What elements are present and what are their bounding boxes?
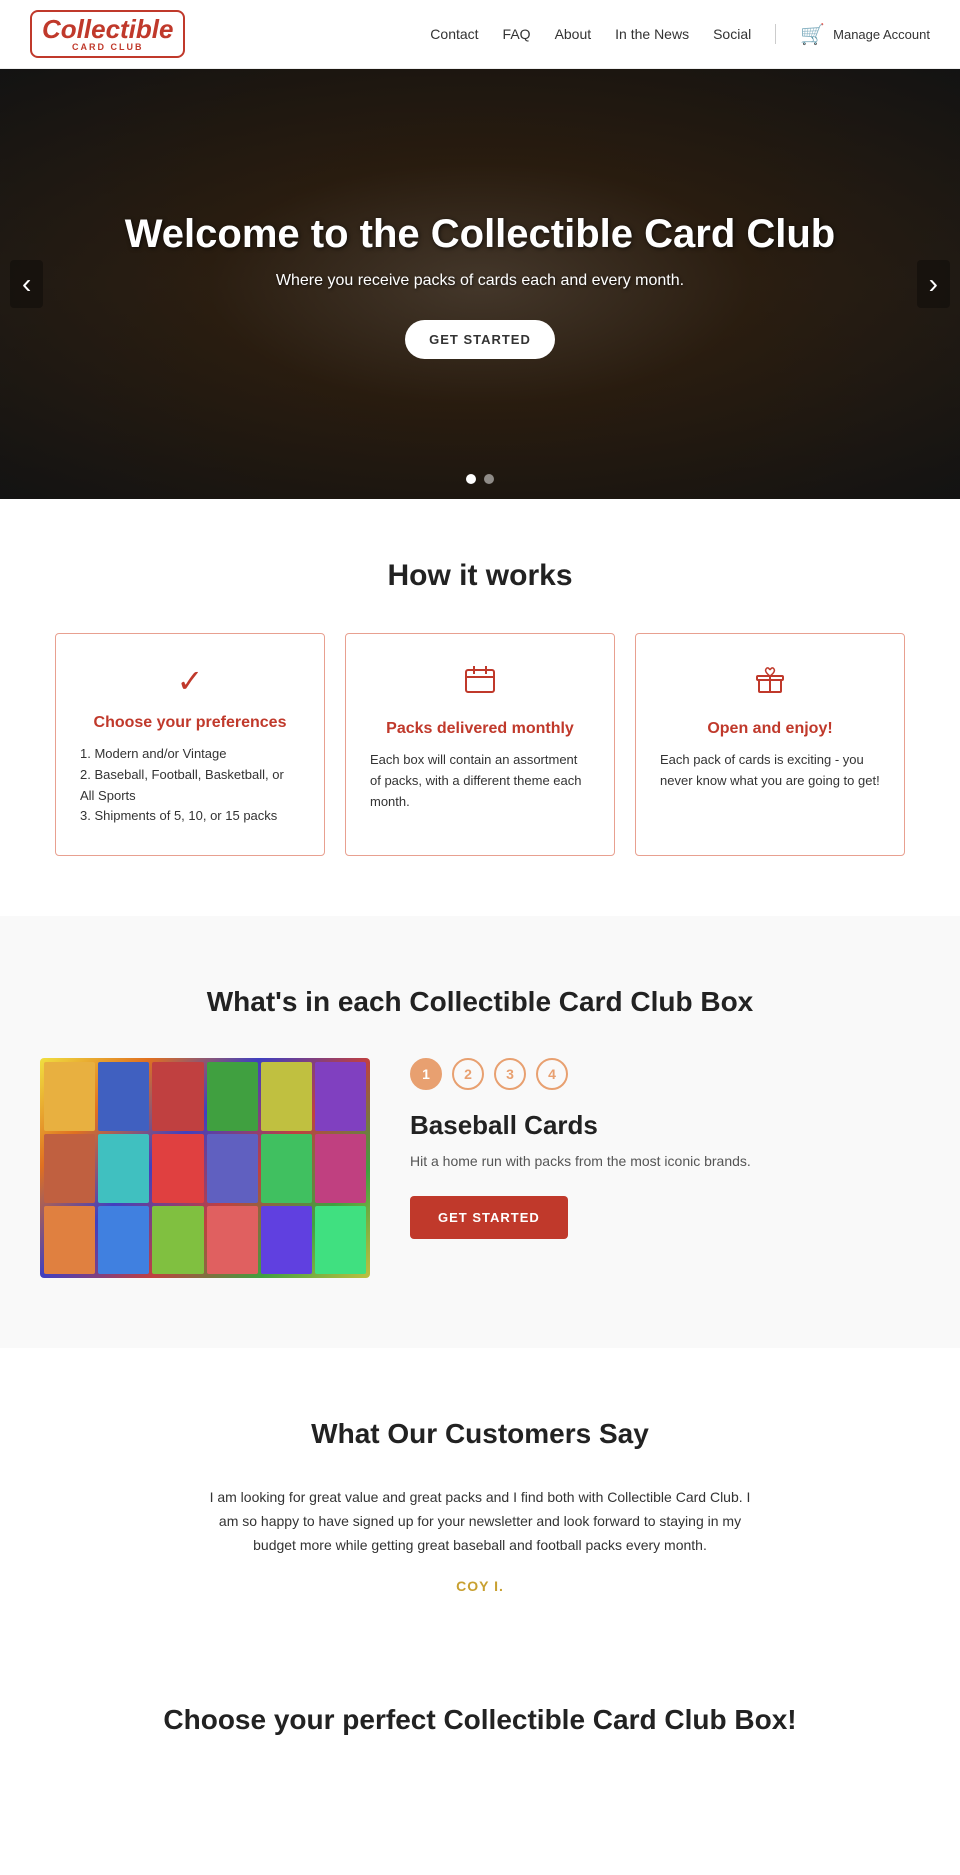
card-thumb-13 [44, 1206, 95, 1275]
card-thumb-11 [261, 1134, 312, 1203]
testimonial-text: I am looking for great value and great p… [200, 1486, 760, 1557]
card-enjoy-body: Each pack of cards is exciting - you nev… [660, 750, 880, 792]
whats-in-section: What's in each Collectible Card Club Box [0, 916, 960, 1348]
how-it-works-heading: How it works [40, 559, 920, 593]
testimonial-author: COY I. [40, 1578, 920, 1594]
card-packs-body: Each box will contain an assortment of p… [370, 750, 590, 812]
whats-in-content: 1 2 3 4 Baseball Cards Hit a home run wi… [40, 1058, 920, 1278]
card-choose-title: Choose your preferences [80, 714, 300, 732]
hero-title: Welcome to the Collectible Card Club [125, 210, 835, 258]
checkmark-icon: ✓ [80, 662, 300, 700]
nav-in-the-news[interactable]: In the News [615, 26, 689, 42]
step-dots: 1 2 3 4 [410, 1058, 920, 1090]
hero-dot-2[interactable] [484, 474, 494, 484]
card-thumb-12 [315, 1134, 366, 1203]
hero-subtitle: Where you receive packs of cards each an… [125, 272, 835, 290]
card-thumb-1 [44, 1062, 95, 1131]
logo-line2: CARD CLUB [72, 42, 144, 52]
card-thumb-3 [152, 1062, 203, 1131]
nav-about[interactable]: About [555, 26, 592, 42]
card-thumb-16 [207, 1206, 258, 1275]
nav-faq[interactable]: FAQ [503, 26, 531, 42]
nav-contact[interactable]: Contact [430, 26, 478, 42]
step-dot-2[interactable]: 2 [452, 1058, 484, 1090]
logo[interactable]: Collectible CARD CLUB [30, 10, 185, 58]
customers-say-section: What Our Customers Say I am looking for … [0, 1348, 960, 1663]
card-thumb-2 [98, 1062, 149, 1131]
header: Collectible CARD CLUB Contact FAQ About … [0, 0, 960, 69]
card-thumb-10 [207, 1134, 258, 1203]
cart-area: 🛒 Manage Account [800, 22, 930, 47]
whats-in-heading: What's in each Collectible Card Club Box [40, 986, 920, 1018]
hero-content: Welcome to the Collectible Card Club Whe… [85, 210, 875, 359]
choose-box-heading: Choose your perfect Collectible Card Clu… [40, 1704, 920, 1736]
active-step-desc: Hit a home run with packs from the most … [410, 1151, 920, 1172]
card-thumb-18 [315, 1206, 366, 1275]
card-packs-title: Packs delivered monthly [370, 720, 590, 738]
hero-section: ‹ Welcome to the Collectible Card Club W… [0, 69, 960, 499]
card-thumb-8 [98, 1134, 149, 1203]
nav-divider [775, 24, 776, 44]
main-nav: Contact FAQ About In the News Social 🛒 M… [430, 22, 930, 47]
whats-in-cta-button[interactable]: GET STARTED [410, 1196, 568, 1239]
step-dot-4[interactable]: 4 [536, 1058, 568, 1090]
card-thumb-14 [98, 1206, 149, 1275]
how-it-works-section: How it works ✓ Choose your preferences 1… [0, 499, 960, 916]
whats-in-image [40, 1058, 370, 1278]
gift-icon [660, 662, 880, 706]
choose-box-section: Choose your perfect Collectible Card Clu… [0, 1664, 960, 1756]
card-thumb-6 [315, 1062, 366, 1131]
card-thumb-5 [261, 1062, 312, 1131]
hero-dots [466, 474, 494, 484]
hero-prev-arrow[interactable]: ‹ [10, 260, 43, 308]
card-thumb-17 [261, 1206, 312, 1275]
hero-dot-1[interactable] [466, 474, 476, 484]
logo-line1: Collectible [42, 16, 173, 42]
card-enjoy-title: Open and enjoy! [660, 720, 880, 738]
hero-cta-button[interactable]: GET STARTED [405, 320, 555, 359]
calendar-icon [370, 662, 590, 706]
card-open-enjoy: Open and enjoy! Each pack of cards is ex… [635, 633, 905, 856]
card-choose-body: 1. Modern and/or Vintage 2. Baseball, Fo… [80, 744, 300, 827]
nav-social[interactable]: Social [713, 26, 751, 42]
customers-say-heading: What Our Customers Say [40, 1418, 920, 1450]
how-it-works-cards: ✓ Choose your preferences 1. Modern and/… [40, 633, 920, 856]
step-dot-1[interactable]: 1 [410, 1058, 442, 1090]
hero-next-arrow[interactable]: › [917, 260, 950, 308]
card-thumb-15 [152, 1206, 203, 1275]
card-thumb-4 [207, 1062, 258, 1131]
active-step-title: Baseball Cards [410, 1110, 920, 1141]
whats-in-info: 1 2 3 4 Baseball Cards Hit a home run wi… [410, 1058, 920, 1239]
manage-account-link[interactable]: Manage Account [833, 27, 930, 42]
card-choose-preferences: ✓ Choose your preferences 1. Modern and/… [55, 633, 325, 856]
card-thumb-7 [44, 1134, 95, 1203]
step-dot-3[interactable]: 3 [494, 1058, 526, 1090]
card-thumb-9 [152, 1134, 203, 1203]
card-packs-delivered: Packs delivered monthly Each box will co… [345, 633, 615, 856]
cart-icon[interactable]: 🛒 [800, 22, 825, 47]
